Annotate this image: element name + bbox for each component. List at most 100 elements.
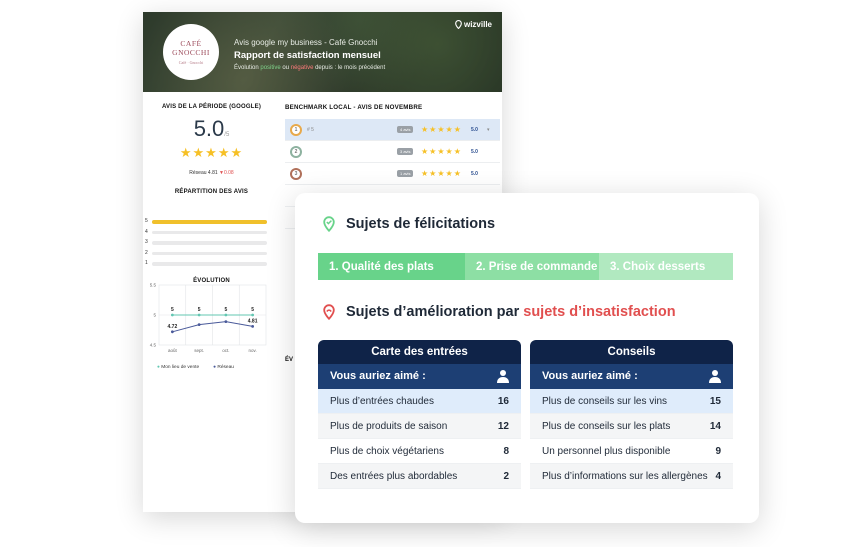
network-label: Réseau bbox=[189, 170, 207, 176]
legend-item-reseau: ● Réseau bbox=[213, 365, 234, 370]
row-label: Plus d’entrées chaudes bbox=[330, 395, 434, 407]
evo-or: ou bbox=[282, 65, 290, 71]
benchmark-row[interactable]: 3 1 avis ★★★★★ 5.0 bbox=[285, 163, 500, 185]
rank-medal-icon: 1 bbox=[290, 123, 302, 136]
rank-medal-icon: 2 bbox=[290, 145, 302, 158]
distribution-row: 5 bbox=[145, 218, 267, 226]
row-label: Plus de produits de saison bbox=[330, 420, 448, 432]
distribution-row: 3 bbox=[145, 239, 267, 247]
series-point-1 bbox=[170, 330, 174, 334]
report-header: CAFÉ GNOCCHI Café · Gnocchi Avis google … bbox=[143, 12, 502, 92]
period-score-value: 5.0 bbox=[193, 116, 225, 141]
data-label: 5 bbox=[171, 307, 174, 313]
row-count: 4 bbox=[715, 470, 721, 482]
distribution-bar bbox=[152, 262, 267, 266]
row-label: Plus de conseils sur les vins bbox=[542, 395, 668, 407]
row-label: Plus de choix végétariens bbox=[330, 445, 444, 457]
data-label: 5 bbox=[224, 307, 227, 313]
legend-label-1: Réseau bbox=[217, 365, 234, 370]
legend-marker-icon: ● bbox=[213, 365, 217, 370]
rank-medal-icon: 3 bbox=[290, 167, 302, 180]
y-tick-label: 5 bbox=[153, 313, 156, 318]
tab-prise-de-commande[interactable]: 2. Prise de commande bbox=[465, 253, 599, 280]
period-stars-icon: ★★★★★ bbox=[179, 145, 244, 160]
x-tick-label: sept. bbox=[194, 348, 204, 353]
benchmark-stars-icon: ★★★★★ bbox=[421, 147, 462, 156]
network-score: Réseau 4.81 ▼0.08 bbox=[143, 170, 280, 176]
review-count-badge: 3 avis bbox=[397, 148, 414, 155]
distribution-label: 3 bbox=[145, 239, 148, 245]
row-label: Plus de conseils sur les plats bbox=[542, 420, 671, 432]
row-count: 16 bbox=[497, 395, 509, 407]
amelioration-prefix: Sujets d’amélioration par bbox=[346, 304, 524, 320]
series-point-1 bbox=[224, 320, 228, 323]
evo-prefix: Évolution bbox=[234, 65, 259, 71]
benchmark-row[interactable]: 1 # 5 4 avis ★★★★★ 5.0 ▾ bbox=[285, 119, 500, 141]
benchmark-score: 5.0 bbox=[471, 148, 478, 155]
table-row: Des entrées plus abordables 2 bbox=[318, 464, 521, 489]
report-title: Rapport de satisfaction mensuel bbox=[234, 50, 381, 61]
distribution-title: RÉPARTITION DES AVIS bbox=[174, 189, 249, 195]
period-score: 5.0/5 bbox=[143, 116, 280, 142]
table-row: Plus de conseils sur les plats 14 bbox=[530, 414, 733, 439]
evolution-section-label: ÉV bbox=[285, 357, 294, 363]
y-tick-label: 5.5 bbox=[150, 283, 157, 288]
row-label: Des entrées plus abordables bbox=[330, 470, 458, 482]
series-point-1 bbox=[251, 325, 255, 328]
table-header: Conseils bbox=[530, 340, 733, 364]
evolution-chart: 5.5 5 4.5 août sept. oct. nov. 5 5 5 5 4.72 4.81 bbox=[150, 283, 267, 353]
chevron-down-icon[interactable]: ▾ bbox=[487, 127, 490, 133]
row-count: 12 bbox=[497, 420, 509, 432]
table-body: Plus de conseils sur les vins 15 Plus de … bbox=[530, 389, 733, 489]
data-label: 5 bbox=[198, 307, 201, 313]
rank-number: 1 bbox=[294, 126, 298, 133]
table-row: Plus de produits de saison 12 bbox=[318, 414, 521, 439]
series-point-0 bbox=[251, 313, 255, 317]
distribution-label: 1 bbox=[145, 260, 148, 266]
table-header: Carte des entrées bbox=[318, 340, 521, 364]
distribution-label: 5 bbox=[145, 218, 148, 224]
wizville-label: wizville bbox=[463, 20, 492, 29]
benchmark-stars-icon: ★★★★★ bbox=[421, 169, 462, 178]
x-tick-label: nov. bbox=[249, 348, 257, 353]
data-label: 4.81 bbox=[248, 318, 258, 324]
review-count-badge: 4 avis bbox=[397, 126, 414, 133]
amelioration-title: Sujets d’amélioration par sujets d’insat… bbox=[346, 304, 676, 320]
y-tick-label: 4.5 bbox=[150, 343, 157, 348]
green-location-pin-icon bbox=[323, 216, 335, 232]
tab-choix-desserts[interactable]: 3. Choix desserts bbox=[599, 253, 733, 280]
table-row: Plus de conseils sur les vins 15 bbox=[530, 389, 733, 414]
x-tick-label: oct. bbox=[222, 348, 229, 353]
benchmark-table: 1 # 5 4 avis ★★★★★ 5.0 ▾ 2 3 avis ★★★★★ … bbox=[285, 119, 500, 185]
user-icon bbox=[497, 370, 509, 383]
table-subheader-label: Vous auriez aimé : bbox=[542, 370, 638, 382]
red-location-pin-icon bbox=[323, 304, 335, 320]
table-conseils: Conseils Vous auriez aimé : Plus de cons… bbox=[530, 340, 733, 489]
chart-legend: ● Mon lieu de vente ● Réseau bbox=[157, 365, 234, 370]
table-row: Plus d’entrées chaudes 16 bbox=[318, 389, 521, 414]
evo-negative: négative bbox=[290, 65, 314, 71]
rank-number: 2 bbox=[294, 148, 298, 155]
table-subheader: Vous auriez aimé : bbox=[318, 364, 521, 389]
network-value: 4.81 bbox=[207, 170, 218, 176]
felicitations-title: Sujets de félicitations bbox=[346, 216, 496, 232]
row-count: 14 bbox=[709, 420, 721, 432]
period-column: AVIS DE LA PÉRIODE (GOOGLE) 5.0/5 ★★★★★ … bbox=[143, 92, 280, 392]
row-count: 9 bbox=[715, 445, 721, 457]
evo-positive: positive bbox=[260, 65, 281, 71]
distribution-row: 4 bbox=[145, 229, 267, 237]
period-score-unit: /5 bbox=[224, 132, 230, 138]
benchmark-title: BENCHMARK LOCAL - AVIS DE NOVEMBRE bbox=[285, 104, 423, 111]
logo-line-2: GNOCCHI bbox=[172, 48, 210, 57]
evo-suffix: depuis : le mois précédent bbox=[315, 65, 386, 71]
data-label: 4.72 bbox=[168, 324, 178, 330]
benchmark-row[interactable]: 2 3 avis ★★★★★ 5.0 bbox=[285, 141, 500, 163]
report-subtitle: Avis google my business - Café Gnocchi bbox=[234, 38, 378, 47]
row-count: 2 bbox=[503, 470, 509, 482]
benchmark-name: # 5 bbox=[307, 126, 314, 133]
tab-qualite-des-plats[interactable]: 1. Qualité des plats bbox=[318, 253, 465, 280]
series-point-0 bbox=[197, 313, 201, 317]
data-label: 5 bbox=[251, 307, 254, 313]
felicitations-tabs: 1. Qualité des plats 2. Prise de command… bbox=[318, 253, 733, 280]
series-point-1 bbox=[197, 323, 201, 326]
